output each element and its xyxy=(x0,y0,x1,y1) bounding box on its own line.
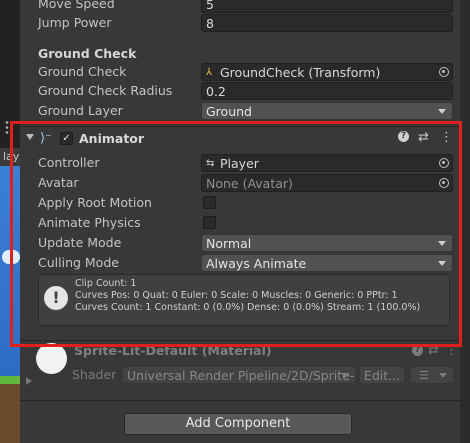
chevron-down-icon xyxy=(438,261,446,266)
shader-value: Universal Render Pipeline/2D/Sprite-L xyxy=(127,368,356,383)
info-icon: ! xyxy=(44,286,68,310)
material-name: Sprite-Lit-Default (Material) xyxy=(74,343,272,358)
help-icon[interactable]: ? xyxy=(398,131,409,142)
ground-check-value: GroundCheck (Transform) xyxy=(220,65,381,80)
ground-layer-dropdown[interactable]: Ground xyxy=(201,102,453,120)
apply-root-motion-label: Apply Root Motion xyxy=(38,195,152,210)
shader-dropdown[interactable]: Universal Render Pipeline/2D/Sprite-L xyxy=(122,366,356,384)
shader-label: Shader xyxy=(72,367,117,382)
component-separator xyxy=(20,400,460,401)
shader-edit-button[interactable]: Edit... xyxy=(359,366,405,384)
animator-info-box: ! Clip Count: 1 Curves Pos: 0 Quat: 0 Eu… xyxy=(38,274,450,326)
scene-grass xyxy=(0,376,20,384)
ground-check-radius-field[interactable]: 0.2 xyxy=(201,82,453,100)
update-mode-value: Normal xyxy=(206,236,252,251)
controller-label: Controller xyxy=(38,155,100,170)
inspector-scrollbar[interactable] xyxy=(460,0,470,443)
kebab-menu-icon[interactable]: ⋮ xyxy=(440,130,453,145)
object-picker-icon[interactable] xyxy=(439,178,449,188)
chevron-down-icon xyxy=(438,109,446,114)
drag-handle-dots[interactable] xyxy=(5,120,9,134)
curves-count-text: Curves Count: 1 Constant: 0 (0.0%) Dense… xyxy=(75,302,421,313)
scene-ground xyxy=(0,376,20,443)
avatar-value: None (Avatar) xyxy=(206,176,293,191)
apply-root-motion-checkbox[interactable] xyxy=(203,196,216,209)
list-icon: ☰ xyxy=(419,369,429,382)
culling-mode-dropdown[interactable]: Always Animate xyxy=(201,254,453,272)
scene-cloud xyxy=(2,250,20,264)
component-separator xyxy=(20,126,460,127)
animate-physics-checkbox[interactable] xyxy=(203,216,216,229)
component-separator xyxy=(20,340,460,341)
add-component-button[interactable]: Add Component xyxy=(124,413,352,435)
animator-title: Animator xyxy=(79,131,145,146)
ground-check-label: Ground Check xyxy=(38,64,127,79)
ground-layer-label: Ground Layer xyxy=(38,103,123,118)
ground-layer-value: Ground xyxy=(206,104,252,119)
presets-icon[interactable]: ⇄ xyxy=(428,343,439,358)
animator-component-icon: ⟩⁻ xyxy=(40,131,52,146)
ground-check-object-field[interactable]: ⅄ GroundCheck (Transform) xyxy=(201,63,453,81)
avatar-field[interactable]: None (Avatar) xyxy=(201,174,453,192)
material-preview-icon xyxy=(36,343,67,374)
controller-value: Player xyxy=(220,156,259,171)
ground-check-radius-label: Ground Check Radius xyxy=(38,83,173,98)
animate-physics-label: Animate Physics xyxy=(38,215,141,230)
animator-header[interactable]: ⟩⁻ ✓ Animator ? ⇄ ⋮ xyxy=(20,129,460,149)
update-mode-label: Update Mode xyxy=(38,235,122,250)
scene-toolbar-area xyxy=(0,0,20,150)
help-icon[interactable]: ? xyxy=(412,345,423,356)
jump-power-label: Jump Power xyxy=(38,15,112,30)
animator-controller-icon: ⇆ xyxy=(206,158,215,169)
move-speed-field[interactable]: 5 xyxy=(201,0,453,13)
foldout-arrow-icon[interactable] xyxy=(26,134,34,140)
chevron-down-icon xyxy=(341,373,349,378)
curves-pos-text: Curves Pos: 0 Quat: 0 Euler: 0 Scale: 0 … xyxy=(75,290,398,301)
scene-sky xyxy=(0,166,20,376)
presets-icon[interactable]: ⇄ xyxy=(418,130,429,145)
avatar-label: Avatar xyxy=(38,175,79,190)
jump-power-field[interactable]: 8 xyxy=(201,14,453,32)
game-view-tab[interactable]: lay xyxy=(0,148,20,166)
update-mode-dropdown[interactable]: Normal xyxy=(201,234,453,252)
kebab-menu-icon[interactable]: ⋮ xyxy=(445,343,458,358)
chevron-down-icon xyxy=(438,241,446,246)
object-picker-icon[interactable] xyxy=(439,67,449,77)
object-picker-icon[interactable] xyxy=(439,158,449,168)
shader-options-button[interactable]: ☰ xyxy=(410,366,454,384)
clip-count-text: Clip Count: 1 xyxy=(75,278,137,289)
scene-view-edge: lay xyxy=(0,0,20,443)
material-foldout-arrow-icon[interactable] xyxy=(26,377,32,385)
animator-enabled-checkbox[interactable]: ✓ xyxy=(60,132,73,145)
move-speed-label: Move Speed xyxy=(38,0,115,11)
transform-icon: ⅄ xyxy=(206,67,213,78)
culling-mode-label: Culling Mode xyxy=(38,255,119,270)
chevron-down-icon xyxy=(439,373,447,378)
culling-mode-value: Always Animate xyxy=(206,256,307,271)
controller-field[interactable]: ⇆ Player xyxy=(201,154,453,172)
ground-check-header: Ground Check xyxy=(38,46,137,61)
